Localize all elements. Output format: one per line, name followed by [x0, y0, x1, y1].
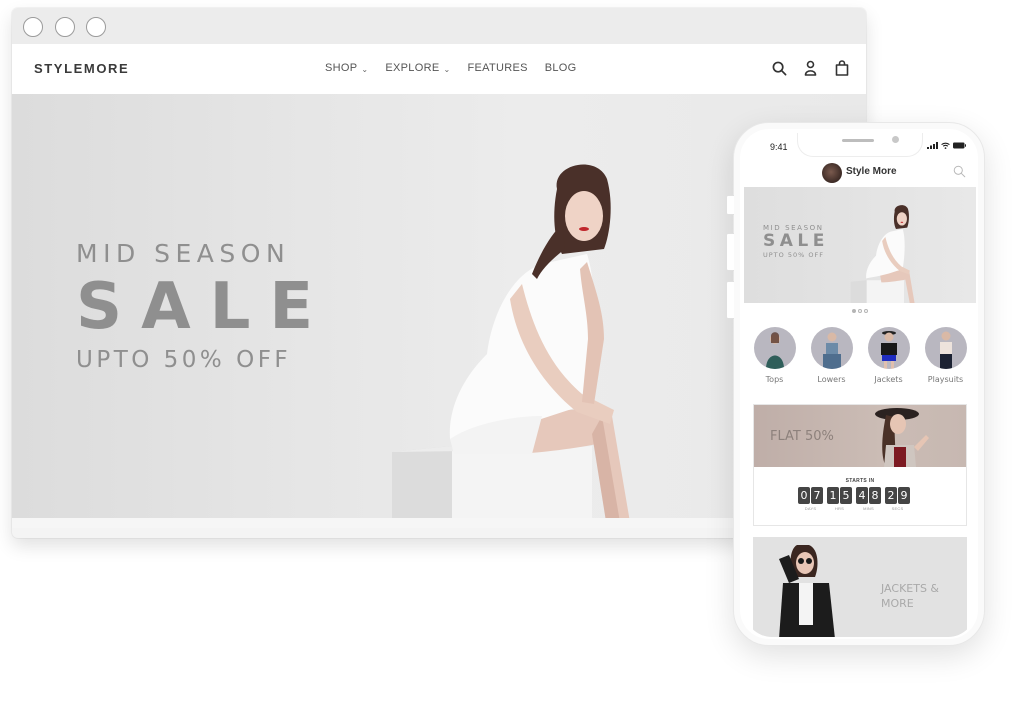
search-icon[interactable] — [953, 165, 966, 183]
carousel-dot[interactable] — [864, 309, 868, 313]
app-title: Style More — [846, 166, 897, 177]
mobile-hero-title: SALE — [763, 231, 829, 251]
countdown-minutes: 4 8 MINS — [856, 487, 881, 511]
nav-item-features[interactable]: FEATURES — [467, 62, 527, 74]
window-maximize-button[interactable] — [86, 17, 106, 37]
phone-speaker — [842, 139, 874, 142]
phone-volume-up-button — [726, 233, 734, 271]
battery-icon — [953, 142, 966, 149]
jackets-banner[interactable]: JACKETS & MORE — [753, 537, 967, 637]
phone-mute-switch — [726, 195, 734, 215]
countdown-unit: HRS — [834, 506, 845, 511]
jackets-banner-line2: MORE — [881, 597, 914, 611]
user-icon[interactable] — [802, 59, 819, 77]
chevron-down-icon: ⌄ — [361, 64, 369, 74]
mobile-hero-text: MID SEASON SALE UPTO 50% OFF — [763, 224, 829, 259]
category-item-jackets[interactable]: Jackets — [861, 327, 917, 384]
nav-item-label: EXPLORE — [385, 62, 440, 74]
category-label: Lowers — [817, 375, 846, 384]
starts-in-label: STARTS IN — [845, 478, 875, 484]
category-item-lowers[interactable]: Lowers — [804, 327, 860, 384]
search-icon[interactable] — [771, 59, 788, 77]
hero-model-image — [392, 164, 631, 528]
countdown-digit: 9 — [898, 487, 910, 504]
phone-volume-down-button — [726, 281, 734, 319]
countdown-timer: 0 7 DAYS 1 5 HRS 4 8 MINS 2 9 SECS — [798, 487, 910, 511]
hero-text: MID SEASON SALE UPTO 50% OFF — [76, 239, 332, 373]
brand-logo[interactable]: STYLEMORE — [34, 61, 129, 76]
category-image — [810, 327, 853, 369]
nav-menu: SHOP ⌄ EXPLORE ⌄ FEATURES BLOG — [325, 62, 577, 74]
nav-item-blog[interactable]: BLOG — [545, 62, 577, 74]
site-navbar: STYLEMORE SHOP ⌄ EXPLORE ⌄ FEATURES BLOG — [12, 44, 866, 94]
flat-sale-title: FLAT 50% — [770, 429, 834, 444]
countdown-digit: 7 — [811, 487, 823, 504]
carousel-indicator — [744, 309, 976, 313]
category-item-tops[interactable]: Tops — [747, 327, 803, 384]
stage: STYLEMORE SHOP ⌄ EXPLORE ⌄ FEATURES BLOG — [0, 0, 1030, 715]
carousel-dot[interactable] — [852, 309, 856, 313]
flat-sale-model-image — [875, 408, 929, 467]
category-label: Playsuits — [927, 375, 964, 384]
phone-camera — [892, 136, 899, 143]
category-garment — [765, 355, 784, 369]
category-label: Jackets — [874, 375, 903, 384]
countdown-seconds: 2 9 SECS — [885, 487, 910, 511]
mobile-phone-mockup: 9:41 Style More MID SEASON SALE UPTO 50%… — [726, 122, 985, 646]
phone-notch — [797, 133, 923, 157]
countdown-unit: MINS — [863, 506, 874, 511]
app-header: Style More — [744, 159, 976, 187]
jackets-banner-line1: JACKETS & — [881, 582, 940, 595]
hero-subtitle: MID SEASON — [76, 239, 291, 268]
wifi-icon — [941, 142, 950, 149]
flat-sale-banner: FLAT 50% — [754, 405, 966, 467]
countdown-digit: 1 — [827, 487, 839, 504]
category-image — [924, 327, 967, 369]
status-icons — [927, 142, 966, 149]
flat-sale-card[interactable]: FLAT 50% STARTS IN 0 7 DAYS 1 5 HRS 4 8 … — [753, 404, 967, 526]
countdown-unit: SECS — [891, 506, 904, 511]
category-item-playsuits[interactable]: Playsuits — [918, 327, 974, 384]
nav-icons — [771, 59, 850, 77]
category-list: Tops Lowers Jackets Playsuits — [744, 327, 976, 384]
app-logo[interactable] — [822, 163, 842, 183]
countdown-days: 0 7 DAYS — [798, 487, 823, 511]
hero-title: SALE — [76, 270, 333, 344]
signal-icon — [927, 142, 938, 149]
chevron-down-icon: ⌄ — [443, 64, 451, 74]
window-titlebar — [12, 8, 866, 44]
carousel-dot[interactable] — [858, 309, 862, 313]
category-image — [753, 327, 796, 369]
countdown-digit: 5 — [840, 487, 852, 504]
mobile-hero-banner[interactable]: MID SEASON SALE UPTO 50% OFF — [744, 187, 976, 303]
countdown-digit: 0 — [798, 487, 810, 504]
nav-item-shop[interactable]: SHOP ⌄ — [325, 62, 368, 74]
window-close-button[interactable] — [23, 17, 43, 37]
window-minimize-button[interactable] — [55, 17, 75, 37]
shopping-bag-icon[interactable] — [833, 59, 850, 77]
jackets-model-image — [779, 545, 835, 637]
jackets-banner-text: JACKETS & MORE — [881, 581, 939, 612]
category-image — [867, 327, 910, 369]
category-label: Tops — [765, 375, 784, 384]
mobile-hero-model-image — [850, 205, 915, 303]
nav-item-label: BLOG — [544, 62, 577, 74]
nav-item-label: SHOP — [325, 62, 358, 74]
countdown-hours: 1 5 HRS — [827, 487, 852, 511]
countdown-digit: 2 — [885, 487, 897, 504]
nav-item-label: FEATURES — [467, 62, 528, 74]
hero-offer: UPTO 50% OFF — [76, 347, 292, 374]
countdown-digit: 4 — [856, 487, 868, 504]
mobile-hero-offer: UPTO 50% OFF — [763, 250, 824, 259]
status-time: 9:41 — [770, 142, 788, 152]
countdown-digit: 8 — [869, 487, 881, 504]
countdown-unit: DAYS — [804, 506, 817, 511]
phone-screen: 9:41 Style More MID SEASON SALE UPTO 50%… — [744, 133, 976, 637]
nav-item-explore[interactable]: EXPLORE ⌄ — [385, 62, 450, 74]
